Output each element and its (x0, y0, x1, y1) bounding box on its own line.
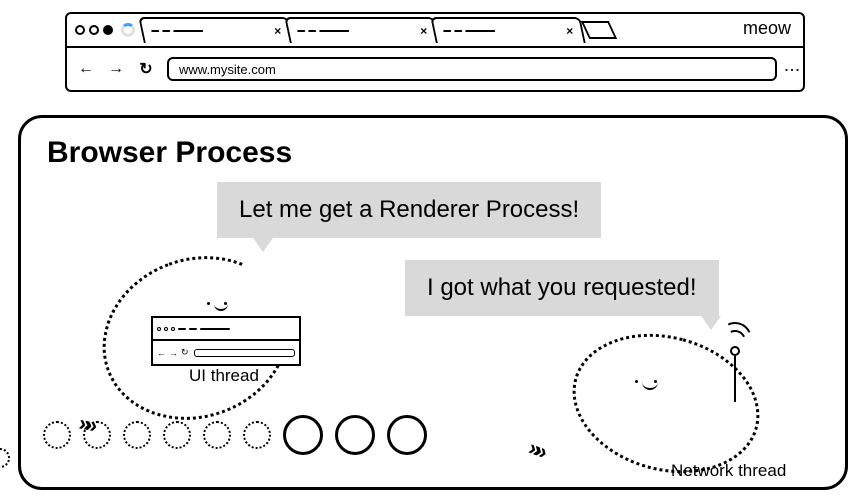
network-thread-character: Network thread »» (561, 326, 801, 496)
browser-tab[interactable]: × (430, 17, 586, 43)
pipeline-slot-icon (243, 421, 271, 449)
process-title: Browser Process (47, 136, 292, 170)
traffic-light-icon (103, 25, 113, 35)
ui-thread-speech-bubble: Let me get a Renderer Process! (217, 182, 601, 238)
pipeline-slot-icon (203, 421, 231, 449)
back-arrow-icon[interactable]: ← (77, 60, 95, 78)
traffic-light-icon (75, 25, 85, 35)
forward-arrow-icon[interactable]: → (107, 60, 125, 78)
chevrons-icon: »» (525, 435, 546, 464)
close-tab-icon[interactable]: × (420, 24, 427, 38)
data-packet-icon (387, 415, 427, 455)
traffic-light-icon (89, 25, 99, 35)
brand-label: meow (743, 18, 791, 39)
antenna-icon (721, 332, 751, 402)
data-pipeline (43, 415, 427, 455)
browser-chrome-mockup: × × × meow ← → ↻ www.mysite.com ⋮ (65, 12, 805, 92)
speech-tail-icon (253, 238, 273, 252)
traffic-lights (75, 25, 113, 35)
close-tab-icon[interactable]: × (274, 24, 281, 38)
pipeline-edge-icon (0, 448, 10, 468)
reload-icon[interactable]: ↻ (137, 59, 155, 79)
network-thread-speech-bubble: I got what you requested! (405, 260, 719, 316)
pipeline-slot-icon (123, 421, 151, 449)
ui-thread-label: UI thread (189, 366, 259, 386)
browser-tab[interactable]: × (138, 17, 294, 43)
url-text: www.mysite.com (179, 62, 276, 77)
browser-process-box: Browser Process Let me get a Renderer Pr… (18, 115, 848, 490)
pipeline-slot-icon (83, 421, 111, 449)
new-tab-button[interactable] (581, 21, 617, 39)
tab-strip: × × × meow (67, 14, 803, 48)
network-thread-label: Network thread (671, 461, 786, 481)
close-tab-icon[interactable]: × (566, 24, 573, 38)
address-bar-row: ← → ↻ www.mysite.com ⋮ (67, 48, 803, 90)
ui-thread-character: ←→↻ UI thread »» (101, 258, 321, 438)
menu-dots-icon[interactable]: ⋮ (789, 62, 793, 76)
mini-browser-icon: ←→↻ (151, 316, 301, 366)
data-packet-icon (283, 415, 323, 455)
pipeline-slot-icon (43, 421, 71, 449)
url-input[interactable]: www.mysite.com (167, 57, 777, 81)
data-packet-icon (335, 415, 375, 455)
loading-spinner-icon (121, 23, 135, 37)
pipeline-slot-icon (163, 421, 191, 449)
browser-tab[interactable]: × (284, 17, 440, 43)
